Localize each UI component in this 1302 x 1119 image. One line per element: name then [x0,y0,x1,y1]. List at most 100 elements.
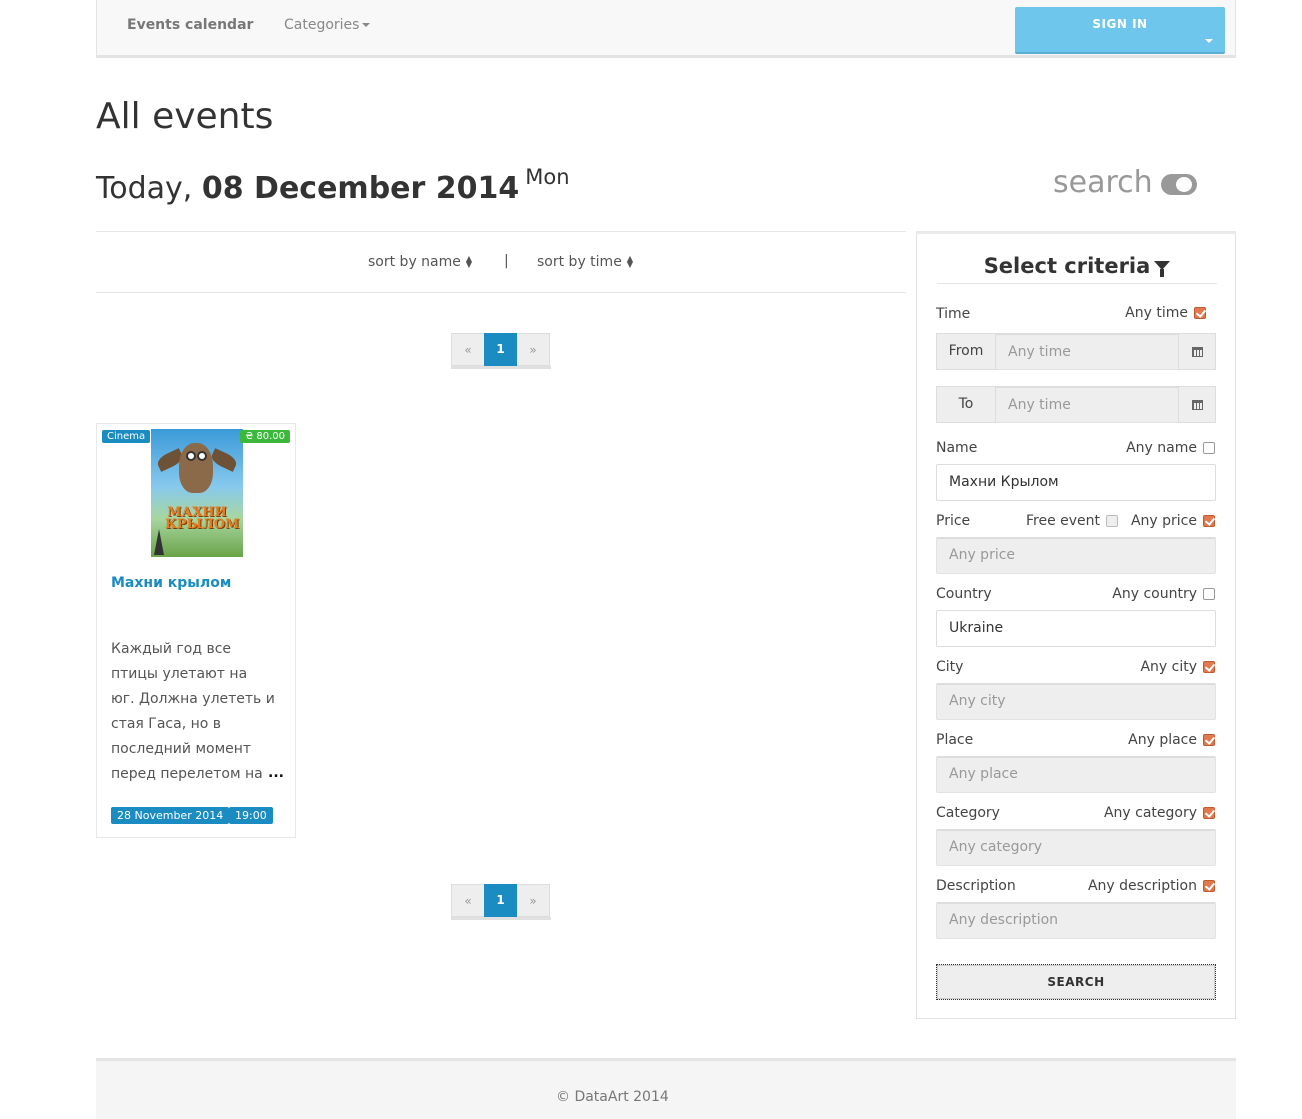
chevron-down-icon [362,23,371,27]
sort-by-time-label: sort by time [537,254,622,270]
time-to-label: To [936,386,996,423]
page-1-button[interactable]: 1 [484,884,517,917]
time-from-group: From Any time [936,333,1216,370]
any-place-option: Any place [1128,732,1215,748]
place-placeholder: Any place [949,766,1018,782]
any-price-label: Any price [1130,513,1197,529]
name-label: Name [936,440,978,456]
poster-title: МАХНИ КРЫЛОМ [165,505,240,532]
page-next-button[interactable]: » [517,884,550,917]
any-price-option: Any price [1131,513,1215,529]
any-category-option: Any category [1104,805,1215,821]
time-to-group: To Any time [936,386,1216,423]
any-city-option: Any city [1140,659,1215,675]
categories-dropdown[interactable]: Categories [284,17,371,33]
today-heading: Today, 08 December 2014 Mon [96,165,570,206]
page-1-button[interactable]: 1 [484,333,517,366]
sort-icon: ▲ ▼ [626,254,633,269]
any-time-label: Any time [1125,305,1188,321]
any-description-label: Any description [1087,878,1197,894]
time-from-calendar-button[interactable] [1178,333,1216,370]
category-input[interactable]: Any category [936,829,1216,866]
category-badge: Cinema [102,430,151,443]
price-badge: ₴ 80.00 [240,430,290,443]
any-name-option: Any name [1126,440,1215,456]
calendar-icon [1191,346,1203,357]
city-label: City [936,659,964,675]
any-price-checkbox[interactable] [1203,515,1215,527]
any-city-checkbox[interactable] [1203,661,1215,673]
footer-copyright: © DataArt 2014 [556,1089,669,1105]
sign-in-button[interactable]: SIGN IN [1015,7,1225,54]
any-time-option: Any time [1125,305,1206,321]
event-title-link[interactable]: Махни крылом [111,575,231,591]
pagination-top: « 1 » [451,333,551,369]
any-place-checkbox[interactable] [1203,734,1215,746]
name-input[interactable]: Махни Крылом [936,464,1216,501]
sort-by-time-link[interactable]: sort by time ▲ ▼ [537,254,633,270]
categories-label: Categories [284,17,360,33]
place-input[interactable]: Any place [936,756,1216,793]
any-country-label: Any country [1112,586,1197,602]
sort-by-name-link[interactable]: sort by name ▲ ▼ [368,254,472,270]
any-category-label: Any category [1103,805,1197,821]
free-event-option: Free event [1026,513,1119,529]
sort-by-name-label: sort by name [368,254,461,270]
description-label: Description [936,878,1016,894]
event-poster-image[interactable]: МАХНИ КРЫЛОМ [151,429,243,557]
toggle-knob [1176,177,1192,192]
search-toggle-switch[interactable] [1161,174,1197,195]
category-placeholder: Any category [949,839,1043,855]
event-date-badge: 28 November 2014 [111,807,230,824]
any-name-checkbox[interactable] [1203,442,1215,454]
event-time-badge: 19:00 [229,807,273,824]
city-input[interactable]: Any city [936,683,1216,720]
country-label: Country [936,586,992,602]
page-prev-button[interactable]: « [451,333,484,366]
today-date: 08 December 2014 [201,171,520,206]
description-placeholder: Any description [949,912,1059,928]
time-to-calendar-button[interactable] [1178,386,1216,423]
any-description-option: Any description [1088,878,1215,894]
filter-icon [1154,260,1171,277]
country-input[interactable]: Ukraine [936,610,1216,647]
today-prefix: Today, [96,171,193,206]
calendar-icon [1191,399,1203,410]
free-event-label: Free event [1026,513,1101,529]
category-label: Category [936,805,1000,821]
price-input[interactable]: Any price [936,537,1216,574]
navbar: Events calendar Categories SIGN IN [96,0,1236,58]
sort-separator: | [504,253,509,269]
footer: © DataArt 2014 [96,1058,1236,1119]
pagination-bottom: « 1 » [451,884,551,920]
price-label: Price [936,513,971,529]
any-description-checkbox[interactable] [1203,880,1215,892]
chevron-down-icon [1205,39,1213,43]
filter-panel: Select criteria Time Any time From Any t… [916,231,1236,1019]
time-to-input[interactable]: Any time [996,386,1178,423]
page-next-button[interactable]: » [517,333,550,366]
any-category-checkbox[interactable] [1203,807,1215,819]
time-from-input[interactable]: Any time [996,333,1178,370]
sort-bar: sort by name ▲ ▼ | sort by time ▲ ▼ [96,231,906,293]
any-place-label: Any place [1128,732,1197,748]
description-ellipsis: ... [265,765,284,781]
any-time-checkbox[interactable] [1194,307,1206,319]
event-card[interactable]: МАХНИ КРЫЛОМ Cinema ₴ 80.00 Махни крылом… [96,423,296,838]
any-country-checkbox[interactable] [1203,588,1215,600]
time-from-label: From [936,333,996,370]
filter-title: Select criteria [937,254,1217,284]
time-label: Time [936,306,971,322]
search-toggle-label: search [1053,165,1153,200]
any-city-label: Any city [1140,659,1197,675]
filter-title-label: Select criteria [983,254,1151,278]
event-description: Каждый год все птицы улетают на юг. Долж… [111,641,275,782]
sign-in-label: SIGN IN [1092,17,1148,31]
nav-brand-link[interactable]: Events calendar [127,17,253,33]
city-placeholder: Any city [949,693,1006,709]
search-button[interactable]: SEARCH [936,964,1216,1000]
description-input[interactable]: Any description [936,902,1216,939]
free-event-checkbox[interactable] [1106,515,1119,527]
page-prev-button[interactable]: « [451,884,484,917]
sort-icon: ▲ ▼ [465,254,473,269]
